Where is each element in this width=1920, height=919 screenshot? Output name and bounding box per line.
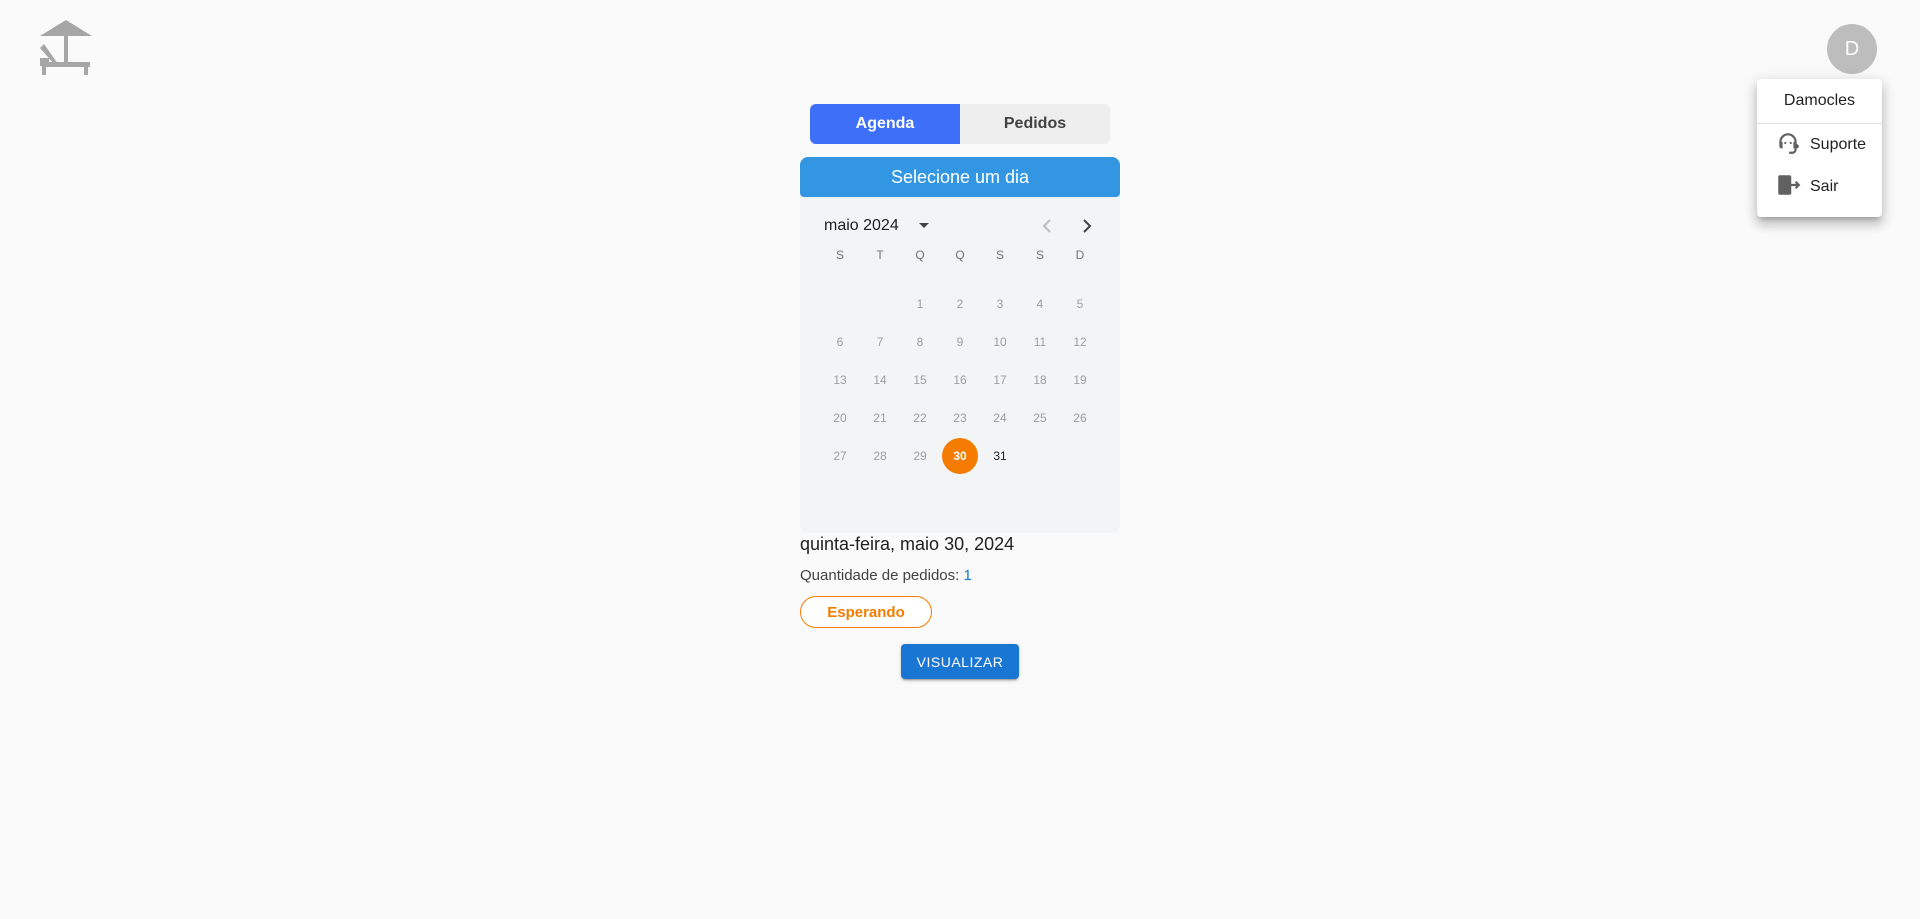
calendar-day[interactable]: 7 bbox=[862, 324, 898, 360]
calendar-day[interactable]: 6 bbox=[822, 324, 858, 360]
calendar-day[interactable]: 25 bbox=[1022, 400, 1058, 436]
avatar[interactable]: D bbox=[1827, 24, 1877, 74]
calendar-day[interactable]: 4 bbox=[1022, 286, 1058, 322]
month-label: maio 2024 bbox=[824, 217, 899, 234]
calendar-grid: STQQSSD 1 2 3 4 5 6 7 8 9 10 11 12 13 14 15 16 17 18 19 20 2… bbox=[800, 248, 1120, 477]
calendar-day[interactable]: 8 bbox=[902, 324, 938, 360]
calendar-day[interactable]: 17 bbox=[982, 362, 1018, 398]
orders-count: Quantidade de pedidos: 1 bbox=[800, 567, 972, 584]
calendar-day[interactable]: 5 bbox=[1062, 286, 1098, 322]
weekday-label: S bbox=[835, 248, 844, 262]
view-button[interactable]: VISUALIZAR bbox=[901, 644, 1019, 679]
month-dropdown-icon[interactable] bbox=[910, 213, 938, 239]
calendar-week: 27 28 29 30 31 bbox=[800, 438, 1120, 477]
calendar-day[interactable]: 11 bbox=[1022, 324, 1058, 360]
calendar-day[interactable]: 21 bbox=[862, 400, 898, 436]
selected-date-title: quinta-feira, maio 30, 2024 bbox=[800, 534, 1015, 554]
weekday-label: T bbox=[876, 248, 884, 262]
support-agent-icon bbox=[1775, 130, 1810, 161]
menu-item-label: Sair bbox=[1810, 178, 1839, 195]
chevron-left-icon[interactable] bbox=[1032, 211, 1062, 241]
calendar-week: 12345 bbox=[800, 287, 1120, 325]
chevron-right-icon[interactable] bbox=[1072, 211, 1102, 241]
menu-item-sair[interactable]: Sair bbox=[1757, 166, 1882, 208]
calendar-day[interactable]: 15 bbox=[902, 362, 938, 398]
menu-username: Damocles bbox=[1757, 79, 1882, 124]
calendar-day[interactable]: 2 bbox=[942, 286, 978, 322]
calendar-day[interactable]: 12 bbox=[1062, 324, 1098, 360]
calendar-day[interactable]: 22 bbox=[902, 400, 938, 436]
calendar-day[interactable]: 26 bbox=[1062, 400, 1098, 436]
calendar-day[interactable]: 13 bbox=[822, 362, 858, 398]
calendar-day[interactable]: 10 bbox=[982, 324, 1018, 360]
logout-icon bbox=[1775, 172, 1810, 203]
date-picker: Selecione um dia maio 2024 STQQSSD 12345… bbox=[800, 157, 1120, 533]
calendar-day[interactable]: 23 bbox=[942, 400, 978, 436]
calendar-day[interactable]: 27 bbox=[822, 438, 858, 474]
weekday-label: S bbox=[1035, 248, 1044, 262]
weekday-label: Q bbox=[955, 248, 965, 262]
weekday-label: D bbox=[1075, 248, 1085, 262]
view-tabs: Agenda Pedidos bbox=[810, 104, 1110, 144]
weekday-label: Q bbox=[915, 248, 925, 262]
app-root: D Damocles Suporte Sair Agenda Pedidos S… bbox=[0, 0, 1920, 919]
menu-item-label: Suporte bbox=[1810, 136, 1867, 153]
calendar-day[interactable]: 1 bbox=[902, 286, 938, 322]
calendar-day-selected[interactable]: 30 bbox=[942, 438, 978, 474]
orders-count-label: Quantidade de pedidos: bbox=[800, 567, 964, 584]
beach-lounger-icon[interactable] bbox=[38, 18, 94, 76]
calendar-day[interactable]: 9 bbox=[942, 324, 978, 360]
orders-count-value: 1 bbox=[963, 567, 972, 584]
status-badge: Esperando bbox=[800, 596, 932, 628]
calendar-header: Selecione um dia bbox=[800, 157, 1120, 197]
user-menu: Damocles Suporte Sair bbox=[1757, 79, 1882, 217]
calendar-day[interactable]: 18 bbox=[1022, 362, 1058, 398]
calendar-day[interactable]: 31 bbox=[982, 438, 1018, 474]
calendar-day[interactable]: 29 bbox=[902, 438, 938, 474]
calendar-week: 6 7 8 9 10 11 12 bbox=[800, 325, 1120, 363]
weekday-row: STQQSSD bbox=[800, 248, 1120, 287]
calendar-week: 20 21 22 23 24 25 26 bbox=[800, 401, 1120, 439]
calendar-day[interactable]: 14 bbox=[862, 362, 898, 398]
calendar-day[interactable]: 3 bbox=[982, 286, 1018, 322]
calendar-weeks: 1 2 3 4 5 6 7 8 9 10 11 12 13 14 15 16 17 18 19 20 21 22 23 24 2… bbox=[800, 287, 1120, 477]
weekday-label: S bbox=[995, 248, 1004, 262]
calendar-week: 13 14 15 16 17 18 19 bbox=[800, 363, 1120, 401]
menu-item-suporte[interactable]: Suporte bbox=[1757, 124, 1882, 166]
calendar-day[interactable]: 24 bbox=[982, 400, 1018, 436]
calendar-day[interactable]: 16 bbox=[942, 362, 978, 398]
calendar-day[interactable]: 28 bbox=[862, 438, 898, 474]
tab-agenda[interactable]: Agenda bbox=[810, 104, 960, 144]
calendar-day[interactable]: 20 bbox=[822, 400, 858, 436]
tab-pedidos[interactable]: Pedidos bbox=[960, 104, 1110, 144]
calendar-day[interactable]: 19 bbox=[1062, 362, 1098, 398]
